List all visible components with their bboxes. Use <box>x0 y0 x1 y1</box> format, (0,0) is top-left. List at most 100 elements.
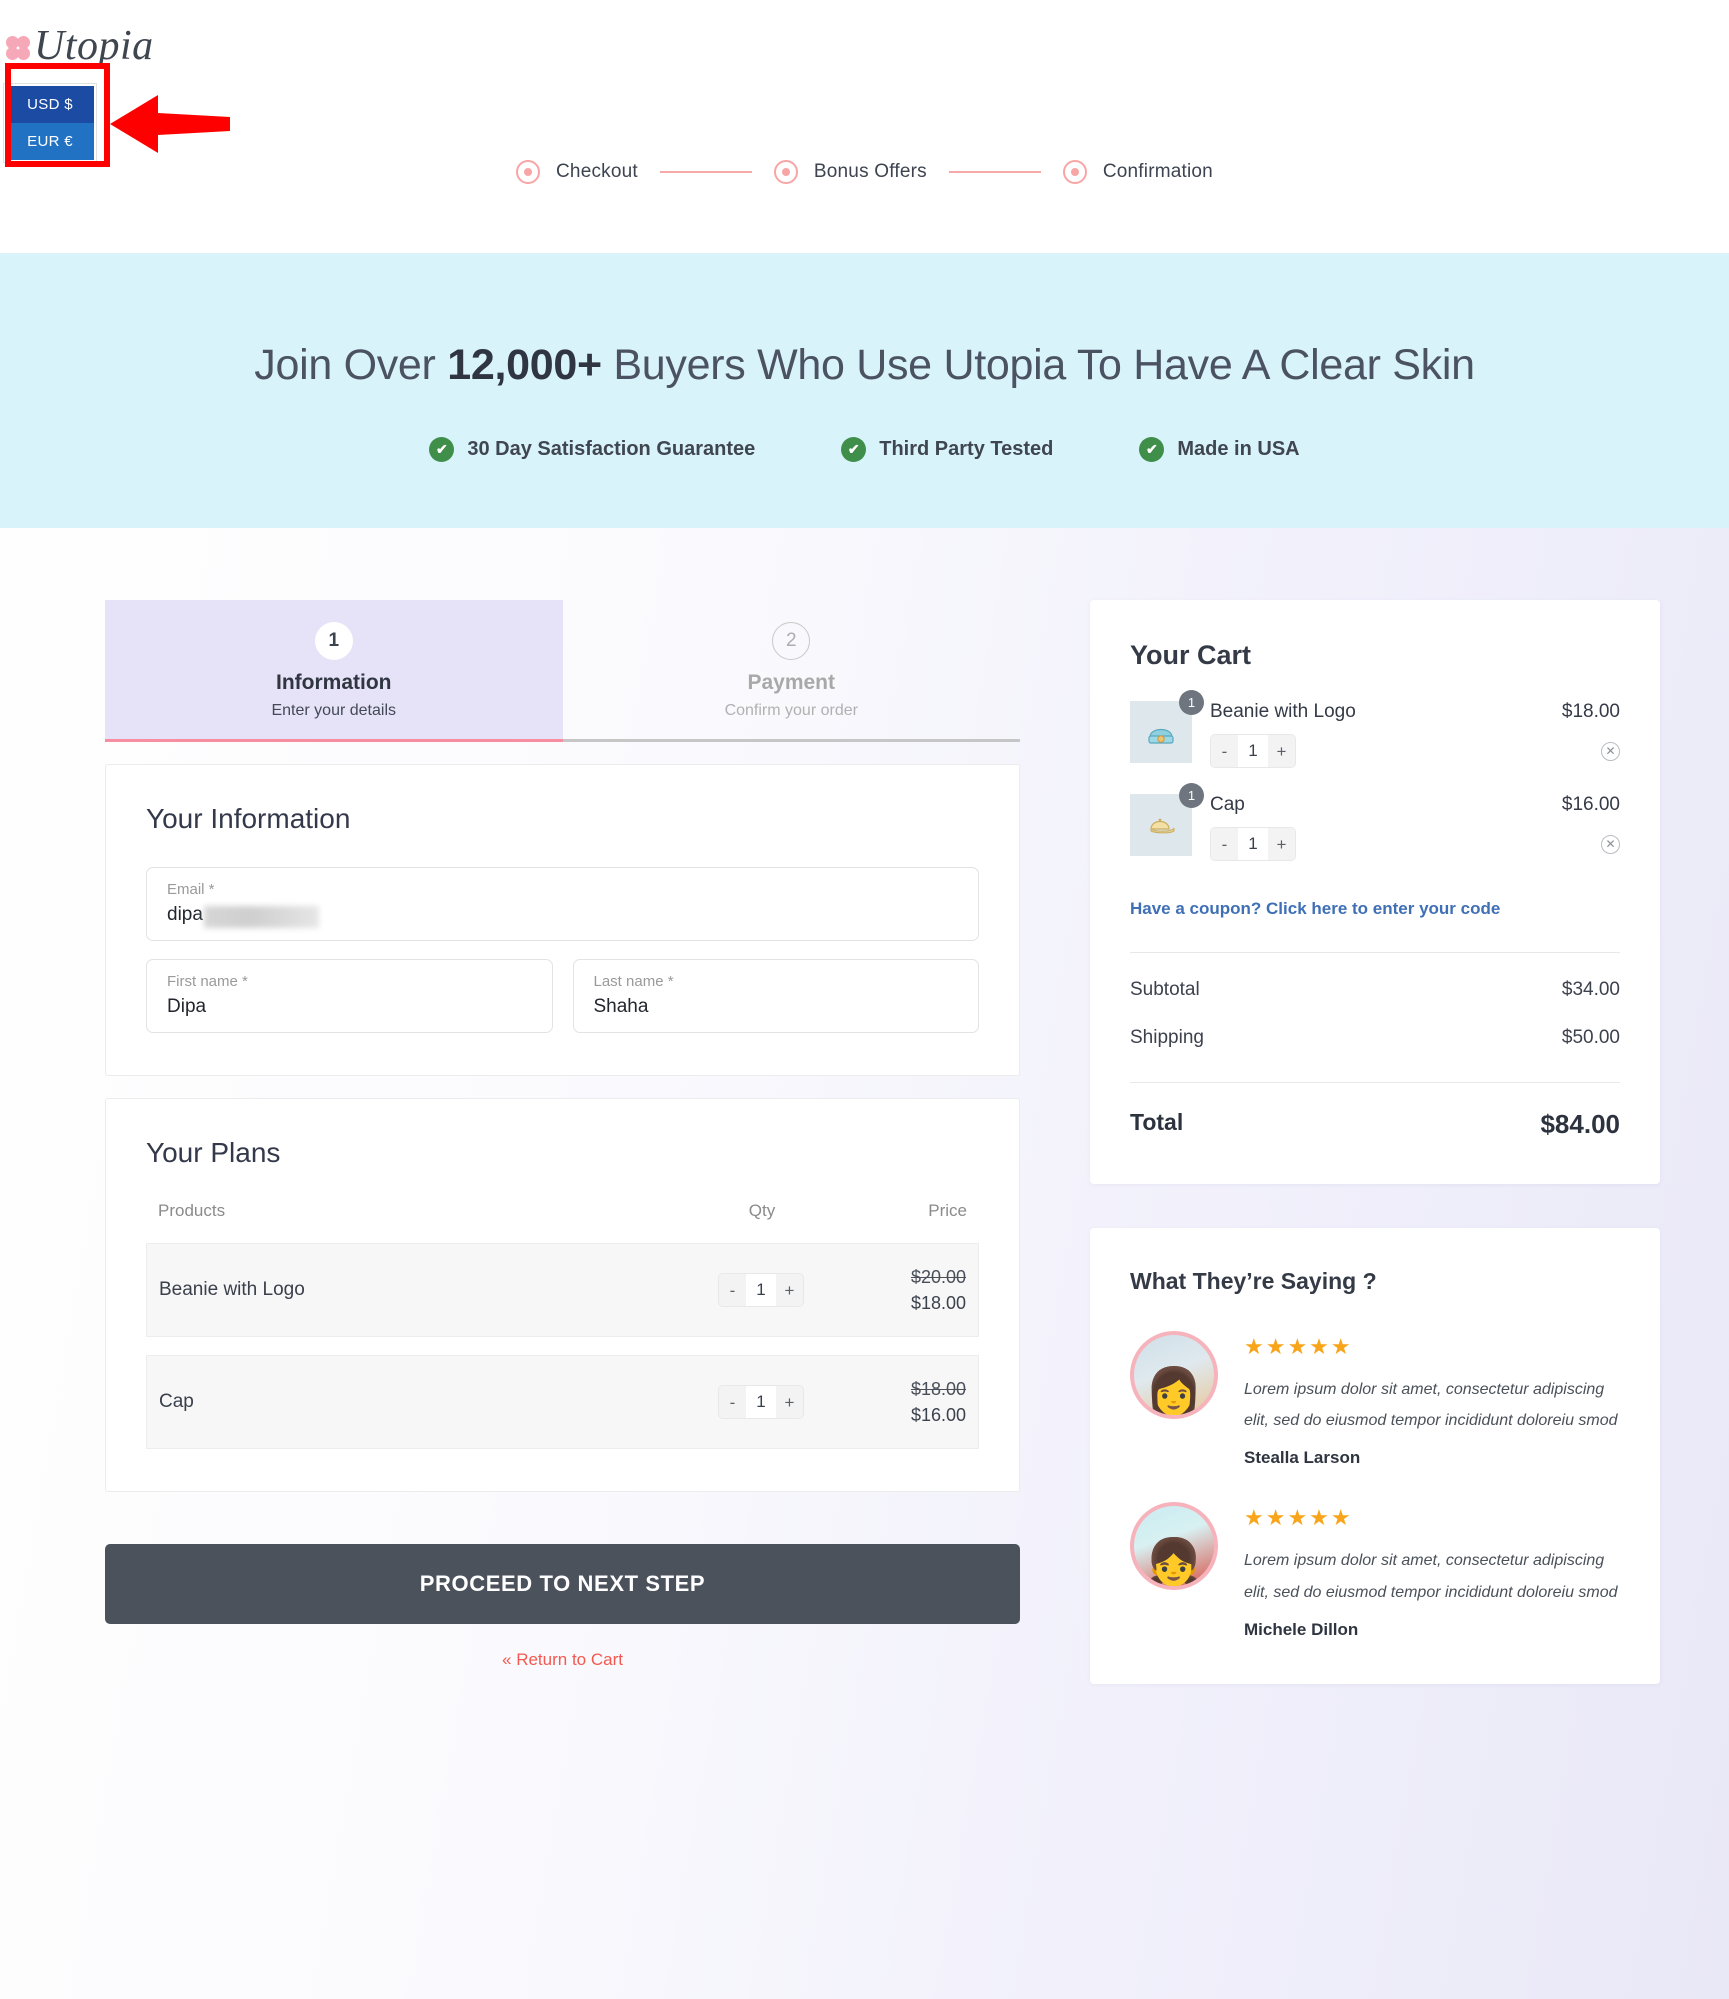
beanie-glyph <box>1148 728 1174 744</box>
quantity-stepper[interactable]: - 1 + <box>1210 827 1296 861</box>
progress-step-confirmation[interactable]: Confirmation <box>1062 160 1213 184</box>
first-name-label: First name * <box>167 973 248 991</box>
total-label: Total <box>1130 1109 1184 1135</box>
plan-qty-cell: - 1 + <box>686 1385 836 1420</box>
currency-option-usd[interactable]: USD $ <box>6 86 94 123</box>
name-fields-row: First name * Dipa Last name * Shaha <box>146 959 979 1034</box>
trust-badge: ✔ 30 Day Satisfaction Guarantee <box>429 437 755 462</box>
quantity-stepper[interactable]: - 1 + <box>718 1385 804 1420</box>
plan-price-cell: $18.00 $16.00 <box>836 1376 966 1428</box>
cart-item-thumbnail-wrap: 1 <box>1130 783 1204 861</box>
column-header-qty: Qty <box>748 1201 776 1221</box>
coupon-link[interactable]: Have a coupon? Click here to enter your … <box>1130 899 1620 919</box>
your-information-card: Your Information Email * dipa First name… <box>105 764 1020 1077</box>
tab-title: Information <box>276 671 392 694</box>
proceed-to-next-step-button[interactable]: PROCEED TO NEXT STEP <box>105 1544 1020 1625</box>
your-plans-card: Your Plans Products Qty Price Beanie wit… <box>105 1098 1020 1493</box>
total-value: $84.00 <box>1540 1109 1620 1139</box>
list-item: 1 Beanie with Logo $18.00 - 1 + ✕ <box>1130 690 1620 768</box>
step-connector <box>659 171 752 173</box>
testimonial-author: Michele Dillon <box>1244 1619 1359 1639</box>
currency-selector[interactable]: USD $ EUR € <box>3 83 97 163</box>
plan-old-price: $20.00 <box>910 1267 966 1288</box>
cart-item-name: Cap <box>1210 794 1245 815</box>
summary-label: Subtotal <box>1130 979 1200 1000</box>
progress-step-bonus-offers[interactable]: Bonus Offers <box>773 160 927 184</box>
return-to-cart-link[interactable]: « Return to Cart <box>105 1650 1020 1670</box>
currency-option-eur[interactable]: EUR € <box>6 123 94 160</box>
email-redaction-blur <box>203 906 319 928</box>
quantity-stepper[interactable]: - 1 + <box>718 1273 804 1308</box>
cart-item-controls: - 1 + ✕ <box>1210 827 1620 861</box>
headline-suffix: Buyers Who Use Utopia To Have A Clear Sk… <box>601 341 1475 389</box>
email-value-row: dipa <box>167 904 958 928</box>
avatar: 👧 <box>1130 1502 1218 1591</box>
cap-glyph <box>1150 818 1175 834</box>
checkout-main: 1 Information Enter your details 2 Payme… <box>0 528 1729 1684</box>
plan-current-price: $16.00 <box>910 1405 966 1426</box>
increase-quantity-button[interactable]: + <box>1268 828 1295 860</box>
tab-payment[interactable]: 2 Payment Confirm your order <box>563 600 1021 739</box>
step-dot-icon <box>773 160 798 184</box>
cart-heading: Your Cart <box>1130 640 1252 670</box>
list-item: 👧 ★★★★★ Lorem ipsum dolor sit amet, cons… <box>1130 1502 1620 1639</box>
plans-table-header: Products Qty Price <box>146 1201 979 1221</box>
plan-qty-cell: - 1 + <box>686 1273 836 1308</box>
testimonial-text: Lorem ipsum dolor sit amet, consectetur … <box>1244 1381 1618 1430</box>
email-field[interactable]: Email * dipa <box>146 867 979 942</box>
plan-current-price: $18.00 <box>910 1293 966 1314</box>
first-name-field[interactable]: First name * Dipa <box>146 959 553 1034</box>
cart-item-thumbnail-wrap: 1 <box>1130 690 1204 768</box>
remove-item-icon[interactable]: ✕ <box>1601 834 1620 854</box>
trust-badge-label: Third Party Tested <box>879 438 1054 460</box>
quantity-value: 1 <box>746 1386 776 1419</box>
quantity-value: 1 <box>1238 735 1268 767</box>
step-dot-icon <box>1062 160 1087 184</box>
cart-item-price: $16.00 <box>1561 794 1620 815</box>
rating-stars: ★★★★★ <box>1244 1334 1353 1359</box>
step-dot-icon <box>516 160 541 184</box>
testimonial-text: Lorem ipsum dolor sit amet, consectetur … <box>1244 1552 1618 1601</box>
plan-product-name: Beanie with Logo <box>159 1279 305 1301</box>
brand-logo[interactable]: Utopia <box>3 22 154 70</box>
increase-quantity-button[interactable]: + <box>776 1274 803 1307</box>
section-heading-information: Your Information <box>146 803 351 834</box>
trust-badge: ✔ Third Party Tested <box>841 437 1053 462</box>
last-name-field[interactable]: Last name * Shaha <box>572 959 979 1034</box>
decrease-quantity-button[interactable]: - <box>1211 828 1238 860</box>
progress-step-checkout[interactable]: Checkout <box>516 160 638 184</box>
increase-quantity-button[interactable]: + <box>776 1386 803 1419</box>
summary-row-shipping: Shipping $50.00 <box>1130 1001 1620 1049</box>
headline-highlight: 12,000+ <box>447 341 602 389</box>
hero-banner: Join Over 12,000+ Buyers Who Use Utopia … <box>0 253 1729 528</box>
trust-badge-label: 30 Day Satisfaction Guarantee <box>467 438 756 460</box>
last-name-value: Shaha <box>593 996 649 1018</box>
decrease-quantity-button[interactable]: - <box>1211 735 1238 767</box>
quantity-stepper[interactable]: - 1 + <box>1210 734 1296 768</box>
cart-item-price: $18.00 <box>1561 701 1620 722</box>
plan-old-price: $18.00 <box>910 1379 966 1400</box>
tab-number: 2 <box>772 622 811 660</box>
checkout-progress-steps: Checkout Bonus Offers Confirmation <box>0 160 1729 184</box>
decrease-quantity-button[interactable]: - <box>719 1274 746 1307</box>
decrease-quantity-button[interactable]: - <box>719 1386 746 1419</box>
increase-quantity-button[interactable]: + <box>1268 735 1295 767</box>
brand-name: Utopia <box>34 23 154 69</box>
annotation-arrow <box>110 95 230 153</box>
flower-icon <box>3 33 33 63</box>
summary-row-subtotal: Subtotal $34.00 <box>1130 953 1620 1001</box>
testimonial-body: ★★★★★ Lorem ipsum dolor sit amet, consec… <box>1244 1502 1620 1639</box>
your-cart-panel: Your Cart 1 Beanie with Logo $18.00 - 1 … <box>1090 600 1660 1184</box>
avatar-woman-red-jacket-icon: 👧 <box>1145 1536 1203 1589</box>
cart-item-body: Cap $16.00 - 1 + ✕ <box>1210 794 1620 861</box>
table-row: Cap - 1 + $18.00 $16.00 <box>146 1355 979 1450</box>
rating-stars: ★★★★★ <box>1244 1505 1353 1531</box>
avatar-woman-sunglasses-icon: 👩 <box>1145 1364 1203 1417</box>
checkout-left-column: 1 Information Enter your details 2 Payme… <box>105 600 1020 1670</box>
trust-badges: ✔ 30 Day Satisfaction Guarantee ✔ Third … <box>0 437 1729 462</box>
remove-item-icon[interactable]: ✕ <box>1601 741 1620 761</box>
cart-item-controls: - 1 + ✕ <box>1210 734 1620 768</box>
tab-subtitle: Confirm your order <box>724 702 858 719</box>
summary-value: $34.00 <box>1561 979 1620 1000</box>
tab-information[interactable]: 1 Information Enter your details <box>105 600 563 742</box>
